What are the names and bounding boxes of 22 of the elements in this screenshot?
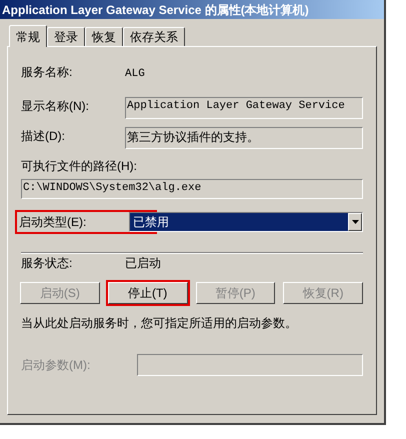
field-label: 描述(D): — [21, 128, 65, 142]
service-status-value: 已启动 — [125, 256, 161, 270]
tab[interactable]: 登录 — [47, 27, 85, 46]
window-title: Application Layer Gateway Service 的属性(本地计算机) — [2, 2, 309, 18]
field-label: 启动参数(M): — [21, 356, 92, 374]
description-field[interactable]: 第三方协议插件的支持。 — [125, 126, 363, 148]
hint-text: 当从此处启动服务时，您可指定所适用的启动参数。 — [21, 314, 298, 332]
path-field: C:\WINDOWS\System32\alg.exe — [21, 178, 363, 198]
tab[interactable]: 常规 — [9, 25, 47, 47]
tab[interactable]: 依存关系 — [123, 27, 185, 46]
field-label: 可执行文件的路径(H): — [21, 158, 138, 174]
display-name-field[interactable]: Application Layer Gateway Service — [125, 96, 363, 118]
caret-icon — [352, 220, 358, 224]
tab[interactable]: 恢复 — [85, 27, 123, 46]
startup-type-dropdown[interactable]: 已禁用 — [129, 212, 363, 232]
dropdown-button[interactable] — [348, 212, 362, 230]
service-name-value: ALG — [125, 68, 145, 80]
field-label: 服务状态: — [21, 256, 72, 270]
field-label: 服务名称: — [21, 65, 72, 79]
service-button[interactable]: 停止(T) — [108, 282, 188, 304]
selected-option: 已禁用 — [130, 212, 348, 230]
field-label: 显示名称(N): — [21, 98, 89, 112]
